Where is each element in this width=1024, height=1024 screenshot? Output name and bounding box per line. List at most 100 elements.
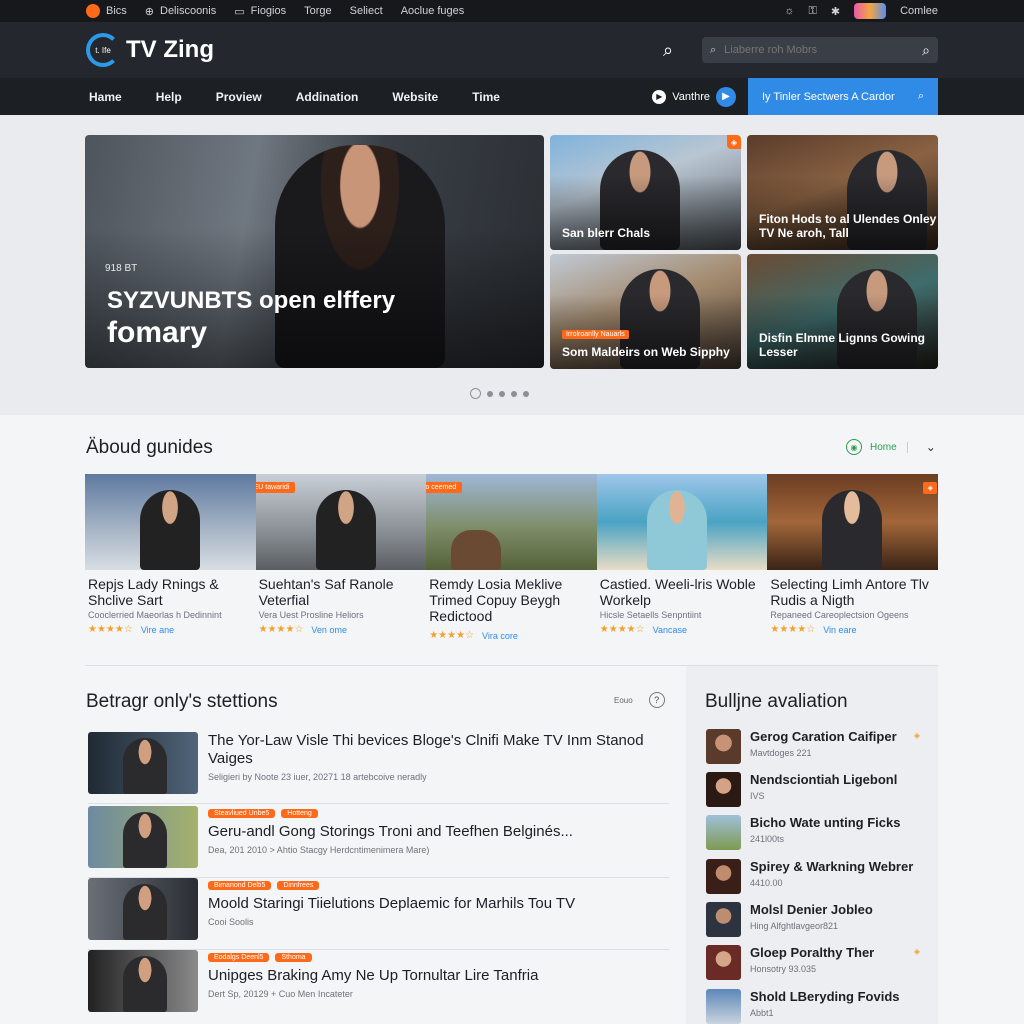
section-control-label[interactable]: Home	[870, 441, 908, 453]
search-icon[interactable]: ⌕	[654, 40, 682, 61]
panel-item[interactable]: Shold LBerydin͏g Fovids Abbt1	[706, 989, 930, 1024]
nav-item-time[interactable]: Time	[472, 90, 500, 104]
card-title[interactable]: Suehtan's Saf Ranole Veterfial	[259, 576, 423, 610]
story-item[interactable]: Steavliued Unbe5 Hotteng Geru-andl Gong S…	[88, 806, 669, 878]
card-title[interactable]: Repjs Lady Rnings & Shclive Sart	[88, 576, 252, 610]
section-control-label[interactable]: Eouo	[614, 696, 633, 705]
hero-feature[interactable]: 918 BT SYZVUNBTS open elffery fomary	[85, 135, 544, 368]
hero-tile[interactable]: Disfin Elmme Lignns Gowing Lesser	[747, 254, 938, 369]
story-meta: Cooi Soolis	[208, 917, 254, 927]
account-label[interactable]: Comlee	[900, 5, 938, 17]
content-card[interactable]: EU tawaridi Suehtan's Saf Ranole Veterfi…	[255, 474, 427, 644]
panel-item-sub: IVS	[750, 791, 765, 801]
hero-tile[interactable]: ◈ San blerr Chals	[550, 135, 741, 250]
top-link-aoclue[interactable]: Aoclue fuges	[401, 5, 465, 17]
search-box[interactable]: ⌕ ⌕	[702, 37, 938, 63]
account-avatars[interactable]	[854, 3, 887, 19]
card-image: ◈	[767, 474, 938, 570]
nav-item-website[interactable]: Website	[392, 90, 438, 104]
hero-tile[interactable]: Fiton Hods to al Ulendes Onley TV Ne aro…	[747, 135, 938, 250]
panel-item[interactable]: Spirey & Warkning Webrer 4410.00	[706, 859, 930, 899]
story-item[interactable]: The Yor-Law Visle Thi bevices Bloge's Cl…	[88, 732, 669, 804]
panel-item-name[interactable]: Bicho Wate unting Ficks	[750, 815, 900, 830]
cta-search-button[interactable]: Iy Tinler Sectwers A Cardor ⌕	[748, 78, 938, 115]
card-link[interactable]: Ven ome	[311, 625, 347, 635]
cta-label: Iy Tinler Sectwers A Cardor	[762, 90, 895, 103]
content-card[interactable]: Repjs Lady Rnings & Shclive Sart Coocler…	[85, 474, 256, 644]
tile-tag: Irrolroanlly Nauarls	[562, 330, 629, 339]
carousel-dots	[470, 388, 529, 399]
avatar	[706, 989, 741, 1024]
story-tags: Bimanond Delti5 Dinnfrees	[208, 881, 320, 890]
hero-tile[interactable]: Irrolroanlly Nauarls Som Maldeirs on Web…	[550, 254, 741, 369]
help-icon[interactable]: ?	[648, 692, 665, 708]
watch-toggle[interactable]: ▶ Vanthre ▶	[652, 86, 736, 107]
search-input[interactable]	[724, 44, 915, 56]
card-image	[85, 474, 256, 570]
panel-item-sub: Mavtdoges 221	[750, 748, 812, 758]
card-link[interactable]: Vira core	[482, 631, 518, 641]
panel-item[interactable]: Molsl Denier Jobleo Hing Alfghtlavgeor82…	[706, 902, 930, 942]
carousel-dot[interactable]	[523, 390, 529, 397]
carousel-dot[interactable]	[499, 390, 505, 397]
panel-item-name[interactable]: Nendsciontiah Ligebonl	[750, 772, 897, 787]
card-link[interactable]: Vin eare	[823, 625, 856, 635]
top-utility-links: Bics ⊕ Deliscoonis ▭ Fiogios Torge Seliect…	[86, 4, 464, 18]
card-title[interactable]: Selecting Limh Antore Tlv Rudis a Nigth	[770, 576, 934, 610]
content-card[interactable]: Fo ceemed Remdy Losia Meklive Trimed Cop…	[426, 474, 597, 644]
panel-item-name[interactable]: Shold LBerydin͏g Fovids	[750, 989, 900, 1004]
top-link-bics[interactable]: Bics	[86, 4, 127, 18]
carousel-dot[interactable]	[470, 388, 481, 399]
panel-item-sub: 4410.00	[750, 878, 783, 888]
top-link-torge[interactable]: Torge	[304, 5, 332, 17]
top-link-deliscoonis[interactable]: ⊕ Deliscoonis	[145, 5, 216, 18]
story-item[interactable]: Bimanond Delti5 Dinnfrees Moold Staringi …	[88, 878, 669, 950]
panel-item[interactable]: Gerog Caration Caifiper Mavtdoges 221 ◈	[706, 729, 930, 769]
panel-item-name[interactable]: Gloep Poralthy Ther	[750, 945, 874, 960]
panel-item-name[interactable]: Spirey & Warkning Webrer	[750, 859, 913, 874]
star-rating: ★★★★☆	[88, 624, 133, 635]
carousel-dot[interactable]	[511, 390, 517, 397]
story-item[interactable]: Eodalgs Deenl5 Sthoma Unipges Braking Amy…	[88, 950, 669, 1022]
card-title[interactable]: Remdy Losia Meklive Trimed Copuy Beygh R…	[429, 576, 593, 626]
nav-item-help[interactable]: Help	[156, 90, 182, 104]
story-thumbnail	[88, 950, 198, 1012]
panel-item[interactable]: Nendsciontiah Ligebonl IVS	[706, 772, 930, 812]
story-title[interactable]: Moold Staringi Tiielutions Deplaemic for…	[208, 895, 668, 913]
nav-item-addination[interactable]: Addination	[296, 90, 359, 104]
card-tag: Fo ceemed	[426, 482, 463, 493]
story-title[interactable]: The Yor-Law Visle Thi bevices Bloge's Cl…	[208, 732, 668, 768]
panel-item[interactable]: Gloep Poralthy Ther Honsotry 93.035 ◈	[706, 945, 930, 985]
story-title[interactable]: Unipges Braking Amy Ne Up Tornultar Lire…	[208, 967, 668, 985]
card-link[interactable]: Vancase	[653, 625, 687, 635]
panel-item-sub: 241l00ts	[750, 834, 785, 844]
sun-icon[interactable]: ☼	[784, 5, 794, 17]
card-rating: ★★★★☆ Vire ane	[88, 624, 253, 635]
story-title[interactable]: Geru-andl Gong Storings Troni and Teefhe…	[208, 823, 668, 841]
top-link-fiogios[interactable]: ▭ Fiogios	[234, 5, 286, 18]
content-card[interactable]: Castied. Weeli-lris Woble Workelp Hicsle…	[596, 474, 768, 644]
gear-icon[interactable]: ✱	[831, 5, 840, 18]
avatar	[706, 729, 741, 764]
panel-item-name[interactable]: Gerog Caration Caifiper	[750, 729, 897, 744]
nav-item-home[interactable]: Hame	[89, 90, 122, 104]
carousel-dot[interactable]	[487, 390, 493, 397]
panel-item[interactable]: Bicho Wate unting Ficks 241l00ts	[706, 815, 930, 855]
avatar	[706, 945, 741, 980]
home-icon[interactable]: ◉	[846, 439, 862, 455]
badge-icon: ◈	[727, 135, 741, 149]
site-logo[interactable]: t. Ife TV Zing	[86, 33, 214, 67]
nav-item-proview[interactable]: Proview	[216, 90, 262, 104]
search-submit-icon[interactable]: ⌕	[922, 42, 930, 59]
card-title[interactable]: Castied. Weeli-lris Woble Workelp	[600, 576, 764, 610]
avatar	[706, 772, 741, 807]
chevron-down-icon[interactable]: ⌄	[926, 440, 936, 454]
panel-item-sub: Hing Alfghtlavgeor821	[750, 921, 839, 931]
card-link[interactable]: Vire ane	[141, 625, 174, 635]
play-circle-icon: ▶	[652, 89, 667, 104]
content-card[interactable]: ◈ Selecting Limh Antore Tlv Rudis a Nigt…	[767, 474, 938, 644]
top-link-seliect[interactable]: Seliect	[350, 5, 383, 17]
panel-item-name[interactable]: Molsl Denier Jobleo	[750, 902, 873, 917]
story-meta: Dea, 201 2010 > Ahtio Stacgy Herdcntimen…	[208, 845, 430, 855]
lock-icon[interactable]: ⚿	[809, 5, 817, 18]
